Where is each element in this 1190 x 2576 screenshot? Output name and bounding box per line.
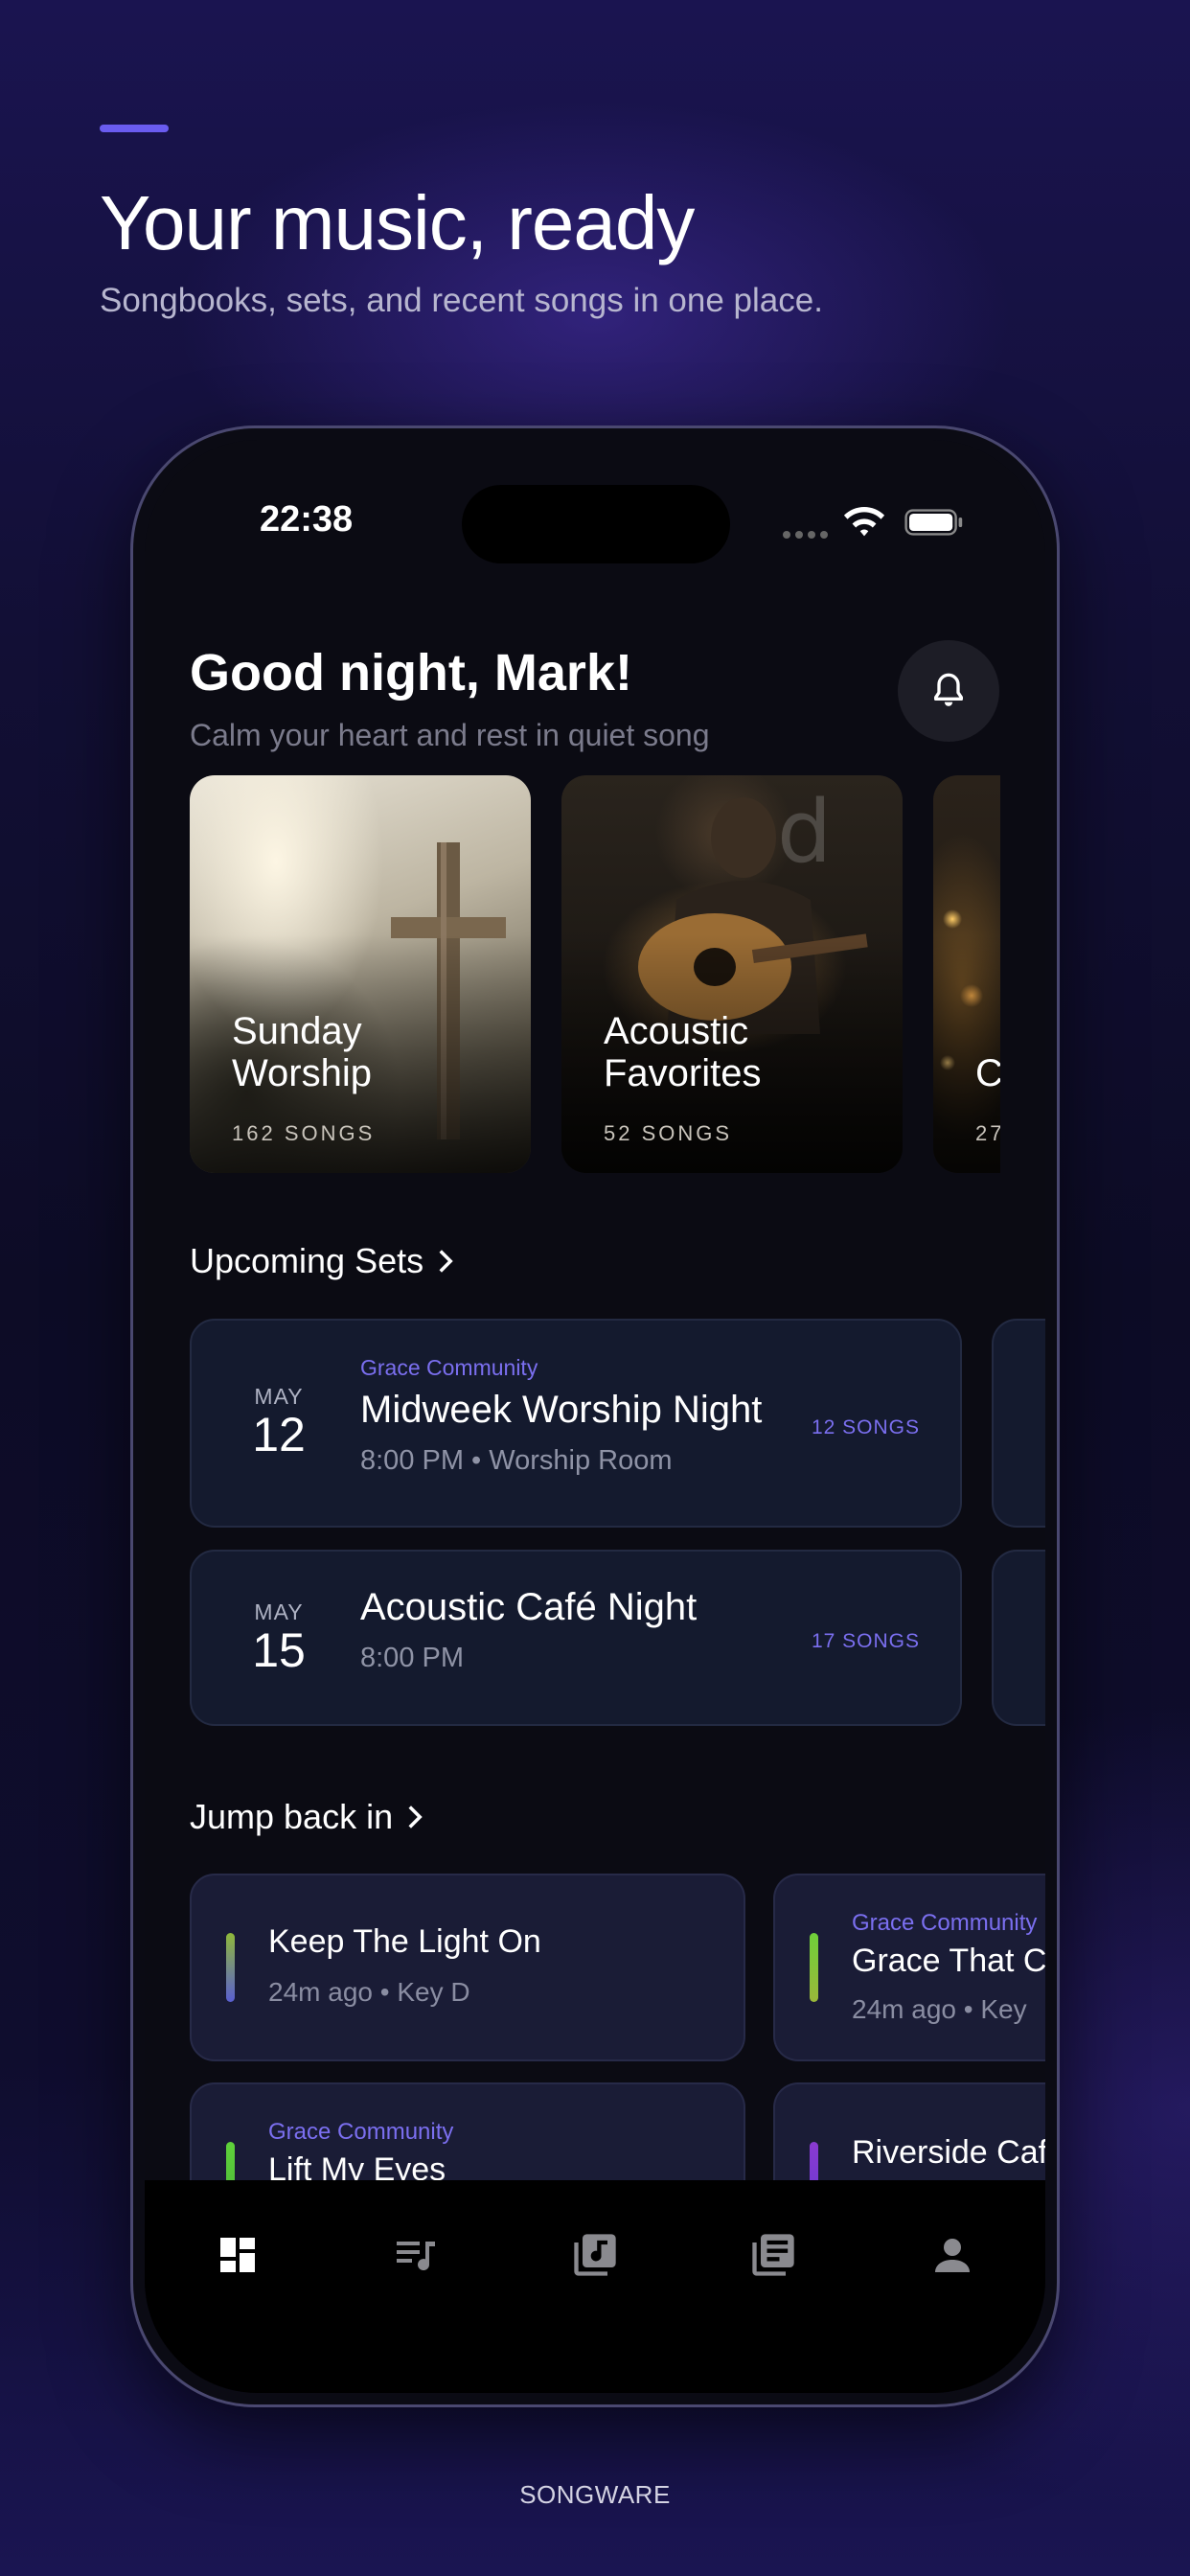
set-song-count: 12 SONGS — [811, 1416, 920, 1438]
songbook-card[interactable]: Chri 27 SC — [933, 775, 1000, 1173]
song-accent-bar — [810, 2142, 818, 2180]
song-name: Lift My Eyes — [268, 2151, 446, 2180]
set-song-count: 17 SONGS — [811, 1630, 920, 1652]
brand-footer: SONGWARE — [519, 2480, 671, 2509]
recent-song-card[interactable]: Riverside Caf — [773, 2082, 1045, 2180]
song-accent-bar — [810, 1933, 818, 2002]
songbook-title: Acoustic Favorites — [604, 1010, 762, 1094]
music-library-icon — [574, 2234, 616, 2276]
set-month: MAY — [254, 1384, 304, 1409]
dashboard-icon — [220, 2238, 255, 2272]
upcoming-sets-title: Upcoming Sets — [190, 1241, 424, 1280]
tab-songs[interactable] — [566, 2226, 624, 2284]
hero-subtitle: Songbooks, sets, and recent songs in one… — [100, 282, 823, 319]
hero-title: Your music, ready — [100, 180, 695, 265]
status-time: 22:38 — [260, 499, 354, 540]
songbook-title: Sunday Worship — [232, 1010, 372, 1094]
song-meta: 24m ago • Key — [852, 1994, 1027, 2024]
set-community: Grace Community — [360, 1355, 538, 1380]
songbook-title: Chri — [975, 1052, 1000, 1094]
song-community: Grace Community — [268, 2119, 454, 2145]
tab-setlists[interactable] — [387, 2226, 445, 2284]
tab-profile[interactable] — [924, 2226, 981, 2284]
song-name: Keep The Light On — [268, 1923, 541, 1960]
greeting: Good night, Mark! — [190, 644, 632, 702]
songbook-carousel[interactable]: Sunday Worship 162 SONGS d Acoustic Favo… — [190, 775, 1000, 1173]
signal-dots-icon — [783, 526, 833, 539]
recent-song-card[interactable]: Keep The Light On 24m ago • Key D — [190, 1874, 745, 2061]
set-card[interactable]: MAY 12 Grace Community Midweek Worship N… — [190, 1319, 962, 1528]
set-month: MAY — [254, 1599, 304, 1624]
dynamic-island — [462, 485, 730, 564]
set-day: 15 — [252, 1623, 306, 1677]
set-date: MAY 15 — [236, 1599, 322, 1675]
library-books-icon — [752, 2234, 794, 2276]
set-card-peek[interactable] — [992, 1550, 1045, 1726]
song-name: Grace That C — [852, 1943, 1045, 1979]
song-name: Riverside Caf — [852, 2134, 1045, 2171]
chevron-right-icon — [439, 1250, 453, 1273]
hero-accent-bar — [100, 125, 169, 132]
jump-back-title: Jump back in — [190, 1797, 394, 1836]
phone-screen: 22:38 Good night, Mark! Calm your heart … — [145, 440, 1045, 2393]
set-day: 12 — [252, 1408, 306, 1461]
set-name: Midweek Worship Night — [360, 1389, 763, 1431]
recent-song-card[interactable]: Grace Community Grace That C 24m ago • K… — [773, 1874, 1045, 2061]
song-accent-bar — [226, 1933, 235, 2002]
song-accent-bar — [226, 2142, 235, 2180]
queue-music-icon — [397, 2242, 435, 2271]
battery-icon — [904, 509, 963, 536]
songbook-count: 52 SONGS — [604, 1121, 733, 1145]
set-date: MAY 12 — [236, 1384, 322, 1460]
set-name: Acoustic Café Night — [360, 1586, 698, 1628]
greeting-subtitle: Calm your heart and rest in quiet song — [190, 718, 710, 752]
set-card-peek[interactable] — [992, 1319, 1045, 1528]
wifi-icon — [843, 506, 885, 537]
set-meta: 8:00 PM • Worship Room — [360, 1445, 673, 1476]
bell-icon — [934, 673, 963, 706]
songbook-card[interactable]: Sunday Worship 162 SONGS — [190, 775, 531, 1173]
set-meta: 8:00 PM — [360, 1643, 464, 1673]
song-meta: 24m ago • Key D — [268, 1977, 470, 2007]
jump-back-header[interactable]: Jump back in — [190, 1797, 423, 1837]
person-icon — [935, 2239, 970, 2272]
upcoming-sets-header[interactable]: Upcoming Sets — [190, 1241, 454, 1281]
recent-song-card[interactable]: Grace Community Lift My Eyes — [190, 2082, 745, 2180]
song-community: Grace Community — [852, 1910, 1038, 1936]
set-info: Acoustic Café Night 8:00 PM — [360, 1586, 697, 1674]
songbook-count: 162 SONGS — [232, 1121, 376, 1145]
set-info: Grace Community Midweek Worship Night 8:… — [360, 1355, 762, 1477]
tab-songbooks[interactable] — [744, 2226, 802, 2284]
set-card[interactable]: MAY 15 Acoustic Café Night 8:00 PM 17 SO… — [190, 1550, 962, 1726]
chevron-right-icon — [408, 1806, 423, 1828]
notifications-button[interactable] — [898, 640, 999, 742]
bottom-tab-bar — [145, 2180, 1045, 2393]
phone-frame: 22:38 Good night, Mark! Calm your heart … — [130, 426, 1060, 2407]
songbook-card[interactable]: d Acoustic Favorites 52 SONGS — [561, 775, 903, 1173]
songbook-count: 27 SC — [975, 1121, 1000, 1145]
tab-dashboard[interactable] — [209, 2226, 266, 2284]
